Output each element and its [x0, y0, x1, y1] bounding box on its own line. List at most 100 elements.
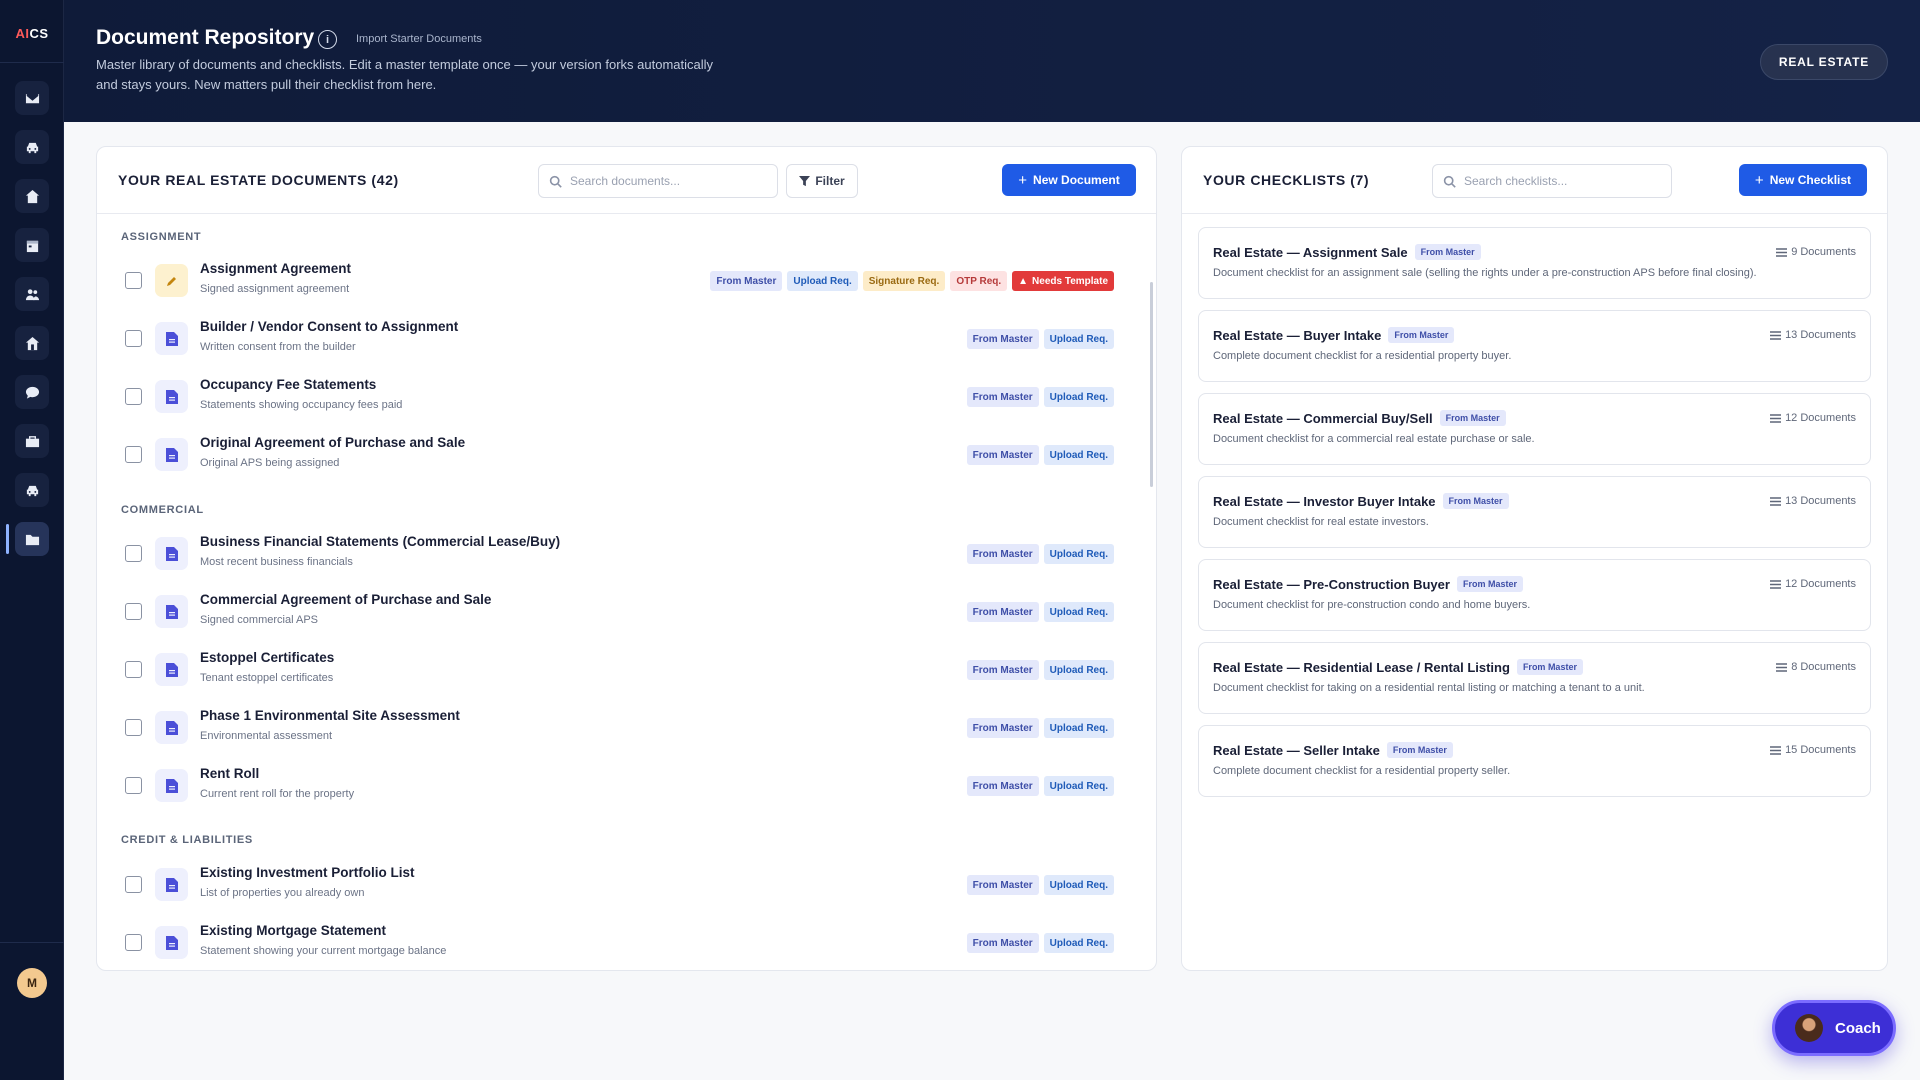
documents-search[interactable] — [538, 164, 778, 198]
checklist-description: Document checklist for pre-construction … — [1213, 599, 1531, 611]
checklist-title: Real Estate — Commercial Buy/Sell — [1213, 410, 1433, 426]
info-icon[interactable]: i — [318, 30, 337, 49]
app-logo[interactable]: AICS — [0, 26, 64, 41]
checklist-description: Document checklist for taking on a resid… — [1213, 682, 1645, 694]
rail-chat-button[interactable] — [15, 375, 49, 409]
document-name[interactable]: Original Agreement of Purchase and Sale — [200, 435, 465, 450]
document-name[interactable]: Existing Mortgage Statement — [200, 923, 386, 938]
checklist-description: Document checklist for an assignment sal… — [1213, 267, 1757, 279]
folder-icon — [25, 534, 39, 545]
calendar-icon — [26, 240, 38, 252]
document-name[interactable]: Phase 1 Environmental Site Assessment — [200, 708, 460, 723]
new-document-label: New Document — [1033, 173, 1120, 187]
checklist-count: 13 Documents — [1770, 495, 1856, 507]
badge-from-master: From Master — [966, 875, 1039, 895]
documents-search-input[interactable] — [570, 174, 760, 188]
rail-calendar-button[interactable] — [15, 228, 49, 262]
mail-icon — [25, 93, 39, 103]
document-row[interactable]: Estoppel Certificates Tenant estoppel ce… — [97, 650, 1137, 696]
coach-avatar — [1795, 1014, 1823, 1042]
badge-needs-template[interactable]: ▲ Needs Template — [1012, 271, 1114, 291]
checklist-count: 13 Documents — [1770, 329, 1856, 341]
badge-signature-required: Signature Req. — [862, 271, 946, 291]
row-checkbox[interactable] — [125, 446, 142, 463]
checklist-title: Real Estate — Residential Lease / Rental… — [1213, 659, 1510, 675]
document-row[interactable]: Business Financial Statements (Commercia… — [97, 534, 1137, 580]
rail-vehicle-button[interactable] — [15, 473, 49, 507]
checklist-title: Real Estate — Investor Buyer Intake — [1213, 493, 1436, 509]
search-icon — [1443, 175, 1456, 188]
practice-area-button[interactable]: REAL ESTATE — [1759, 44, 1888, 80]
badge-from-master: From Master — [1442, 493, 1509, 509]
rail-users-button[interactable] — [15, 277, 49, 311]
document-description: Signed commercial APS — [200, 614, 318, 626]
coach-button[interactable]: Coach — [1772, 1000, 1896, 1056]
document-name[interactable]: Business Financial Statements (Commercia… — [200, 534, 560, 549]
badge-from-master: From Master — [710, 271, 783, 291]
filter-button[interactable]: Filter — [786, 164, 858, 198]
checklists-search-input[interactable] — [1464, 174, 1654, 188]
checklists-search[interactable] — [1432, 164, 1672, 198]
rail-briefcase-button[interactable] — [15, 424, 49, 458]
row-checkbox[interactable] — [125, 719, 142, 736]
document-row[interactable]: Existing Investment Portfolio List List … — [97, 865, 1137, 911]
document-description: Statements showing occupancy fees paid — [200, 399, 403, 411]
section-label-assignment: ASSIGNMENT — [121, 231, 202, 243]
row-checkbox[interactable] — [125, 661, 142, 678]
section-label-commercial: COMMERCIAL — [121, 504, 204, 516]
row-checkbox[interactable] — [125, 272, 142, 289]
checklist-card[interactable]: Real Estate — Buyer Intake From Master 13… — [1198, 310, 1871, 382]
document-description: Statement showing your current mortgage … — [200, 945, 447, 957]
user-avatar[interactable]: M — [17, 968, 47, 998]
documents-scrollbar[interactable] — [1150, 282, 1153, 487]
row-checkbox[interactable] — [125, 934, 142, 951]
checklists-panel-title: YOUR CHECKLISTS (7) — [1203, 172, 1370, 188]
row-checkbox[interactable] — [125, 603, 142, 620]
checklist-card[interactable]: Real Estate — Seller Intake From Master 1… — [1198, 725, 1871, 797]
rail-car-button[interactable] — [15, 130, 49, 164]
checklist-card[interactable]: Real Estate — Commercial Buy/Sell From Ma… — [1198, 393, 1871, 465]
document-row[interactable]: Original Agreement of Purchase and Sale … — [97, 435, 1137, 481]
row-checkbox[interactable] — [125, 876, 142, 893]
import-starter-documents-link[interactable]: Import Starter Documents — [356, 33, 482, 45]
document-row[interactable]: Phase 1 Environmental Site Assessment En… — [97, 708, 1137, 754]
document-name[interactable]: Existing Investment Portfolio List — [200, 865, 415, 880]
rail-mail-button[interactable] — [15, 81, 49, 115]
document-name[interactable]: Occupancy Fee Statements — [200, 377, 376, 392]
checklist-card[interactable]: Real Estate — Residential Lease / Rental… — [1198, 642, 1871, 714]
checklist-card[interactable]: Real Estate — Pre-Construction Buyer From… — [1198, 559, 1871, 631]
document-name[interactable]: Rent Roll — [200, 766, 259, 781]
row-checkbox[interactable] — [125, 545, 142, 562]
rail-folder-button[interactable] — [15, 522, 49, 556]
document-description: Signed assignment agreement — [200, 283, 350, 295]
section-label-credit-liabilities: CREDIT & LIABILITIES — [121, 834, 253, 846]
home-icon-2 — [25, 336, 39, 350]
rail-property-button[interactable] — [15, 326, 49, 360]
badge-upload-required: Upload Req. — [1043, 544, 1114, 564]
new-document-button[interactable]: + New Document — [1002, 164, 1136, 196]
page-header: Document Repository i Import Starter Doc… — [64, 0, 1920, 122]
document-description: Current rent roll for the property — [200, 788, 355, 800]
document-row[interactable]: Commercial Agreement of Purchase and Sal… — [97, 592, 1137, 638]
document-name[interactable]: Commercial Agreement of Purchase and Sal… — [200, 592, 491, 607]
document-description: Tenant estoppel certificates — [200, 672, 334, 684]
row-checkbox[interactable] — [125, 330, 142, 347]
document-row[interactable]: Assignment Agreement Signed assignment a… — [97, 261, 1137, 307]
document-row[interactable]: Rent Roll Current rent roll for the prop… — [97, 766, 1137, 812]
documents-panel: YOUR REAL ESTATE DOCUMENTS (42) Filter +… — [96, 146, 1157, 971]
checklist-card[interactable]: Real Estate — Assignment Sale From Master… — [1198, 227, 1871, 299]
row-checkbox[interactable] — [125, 388, 142, 405]
rail-home-button[interactable] — [15, 179, 49, 213]
checklist-card[interactable]: Real Estate — Investor Buyer Intake From … — [1198, 476, 1871, 548]
document-row[interactable]: Builder / Vendor Consent to Assignment W… — [97, 319, 1137, 365]
document-badges: From Master Upload Req. — [966, 875, 1114, 895]
row-checkbox[interactable] — [125, 777, 142, 794]
document-name[interactable]: Estoppel Certificates — [200, 650, 334, 665]
document-badges: From Master Upload Req. Signature Req. O… — [710, 271, 1114, 291]
document-row[interactable]: Occupancy Fee Statements Statements show… — [97, 377, 1137, 423]
new-checklist-button[interactable]: + New Checklist — [1739, 164, 1867, 196]
document-name[interactable]: Builder / Vendor Consent to Assignment — [200, 319, 458, 334]
document-row[interactable]: Existing Mortgage Statement Statement sh… — [97, 923, 1137, 969]
document-name[interactable]: Assignment Agreement — [200, 261, 351, 276]
car-icon — [26, 142, 38, 153]
